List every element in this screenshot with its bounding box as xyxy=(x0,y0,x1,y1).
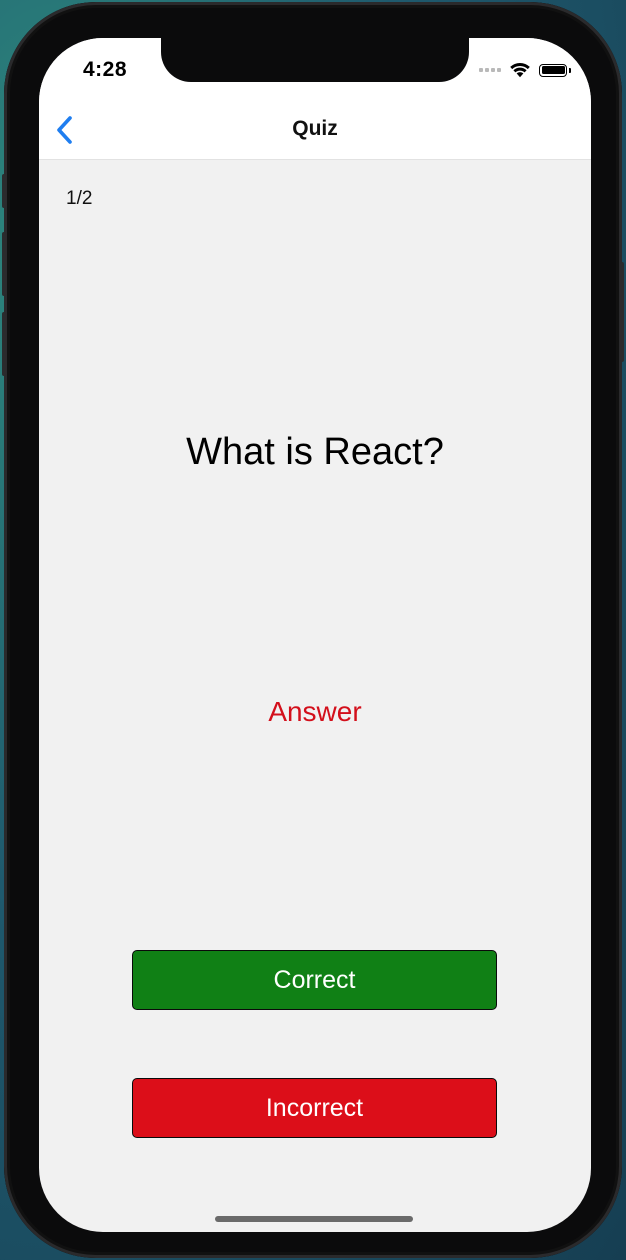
question-text: What is React? xyxy=(186,431,444,473)
page-title: Quiz xyxy=(292,117,338,140)
volume-up-button xyxy=(2,232,6,296)
question-counter: 1/2 xyxy=(66,188,93,209)
app-screen: 4:28 Quiz 1/2 What is React? Answer Corr… xyxy=(39,38,591,1232)
volume-down-button xyxy=(2,312,6,376)
wifi-icon xyxy=(510,62,530,78)
show-answer-button[interactable]: Answer xyxy=(39,696,591,728)
navigation-bar: Quiz xyxy=(39,100,591,160)
status-time: 4:28 xyxy=(83,58,128,81)
camera-notch xyxy=(161,38,469,82)
mute-switch xyxy=(2,174,6,208)
status-icons xyxy=(479,60,571,80)
battery-icon xyxy=(539,63,571,77)
incorrect-button[interactable]: Incorrect xyxy=(132,1078,497,1138)
home-indicator[interactable] xyxy=(215,1216,413,1222)
correct-button[interactable]: Correct xyxy=(132,950,497,1010)
cellular-signal-icon xyxy=(479,68,501,72)
power-button xyxy=(620,262,624,362)
